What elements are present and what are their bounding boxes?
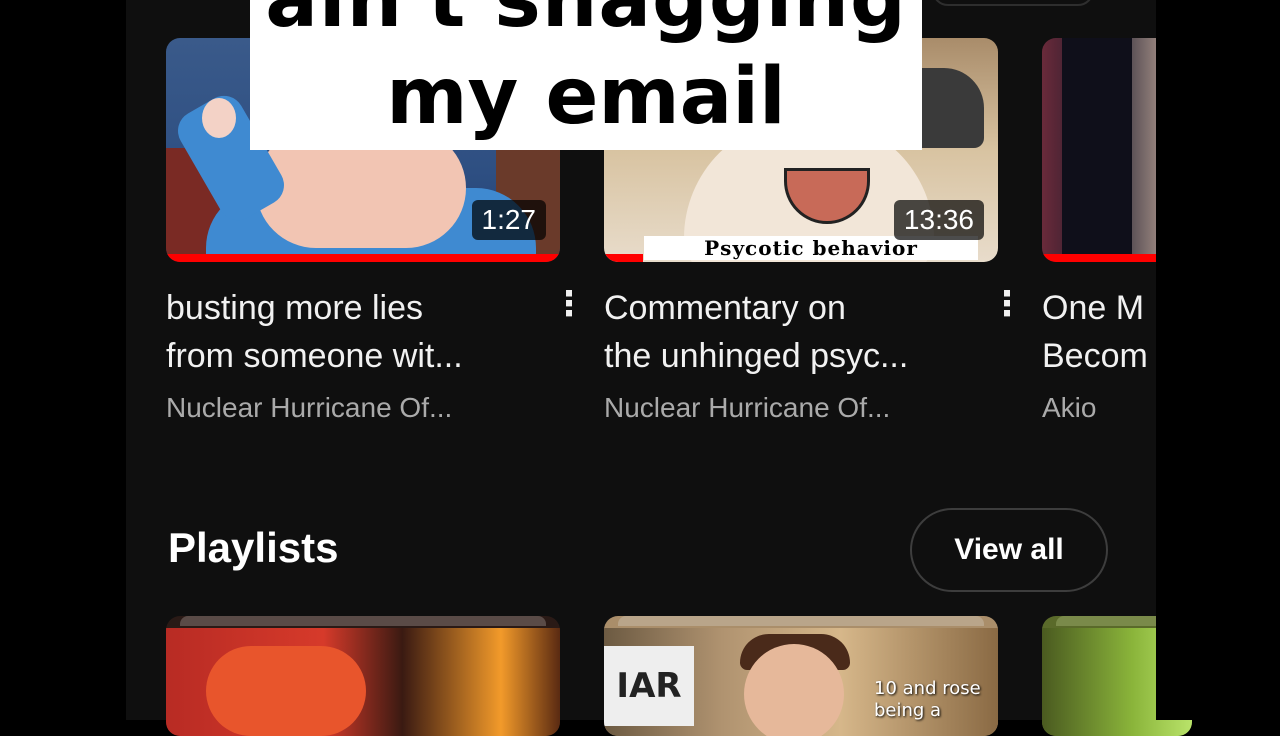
video-channel-1[interactable]: Nuclear Hurricane Of... xyxy=(166,390,452,426)
letterbox-right xyxy=(1156,0,1280,720)
view-all-button[interactable]: View all xyxy=(910,508,1108,592)
playlist-thumbnail-1[interactable] xyxy=(166,616,560,736)
playlist-stack xyxy=(180,616,546,626)
video-duration: 1:27 xyxy=(471,200,546,240)
playlist-art-swirl xyxy=(206,646,366,736)
top-pill[interactable] xyxy=(932,0,1094,6)
more-vert-icon[interactable]: ⋮ xyxy=(552,284,586,324)
caption-line-2: my email xyxy=(386,52,786,142)
playlist-face xyxy=(744,644,844,736)
video-title-1[interactable]: busting more lies from someone wit... xyxy=(166,284,463,380)
video-duration: 13:36 xyxy=(893,200,984,240)
video-channel-3[interactable]: Akio xyxy=(1042,390,1096,426)
video-title-2[interactable]: Commentary on the unhinged psyc... xyxy=(604,284,908,380)
video-title-line: Becom xyxy=(1042,337,1148,375)
section-title-playlists: Playlists xyxy=(168,524,339,571)
video-title-line: from someone wit... xyxy=(166,337,463,375)
video-title-line: Commentary on xyxy=(604,289,846,327)
thumb-hand xyxy=(202,98,236,138)
playlist-stack xyxy=(618,616,984,626)
more-vert-icon[interactable]: ⋮ xyxy=(990,284,1024,324)
video-channel-2[interactable]: Nuclear Hurricane Of... xyxy=(604,390,890,426)
caption-line-1: ain't snagging xyxy=(265,0,907,45)
video-title-line: the unhinged psyc... xyxy=(604,337,909,375)
playlist-thumbnail-2[interactable]: IAR 10 and rose being a xyxy=(604,616,998,736)
playlist-caption: 10 and rose being a xyxy=(874,678,981,721)
overlay-caption: ain't snagging my email xyxy=(250,0,922,150)
video-title-line: One M xyxy=(1042,289,1145,327)
playlist-sign: IAR xyxy=(604,646,694,726)
thumb-hair xyxy=(1062,38,1132,262)
watch-progress-bar xyxy=(166,254,560,262)
watch-progress-bar xyxy=(604,254,644,262)
video-title-3[interactable]: One M Becom xyxy=(1042,284,1148,380)
video-title-line: busting more lies xyxy=(166,289,424,327)
